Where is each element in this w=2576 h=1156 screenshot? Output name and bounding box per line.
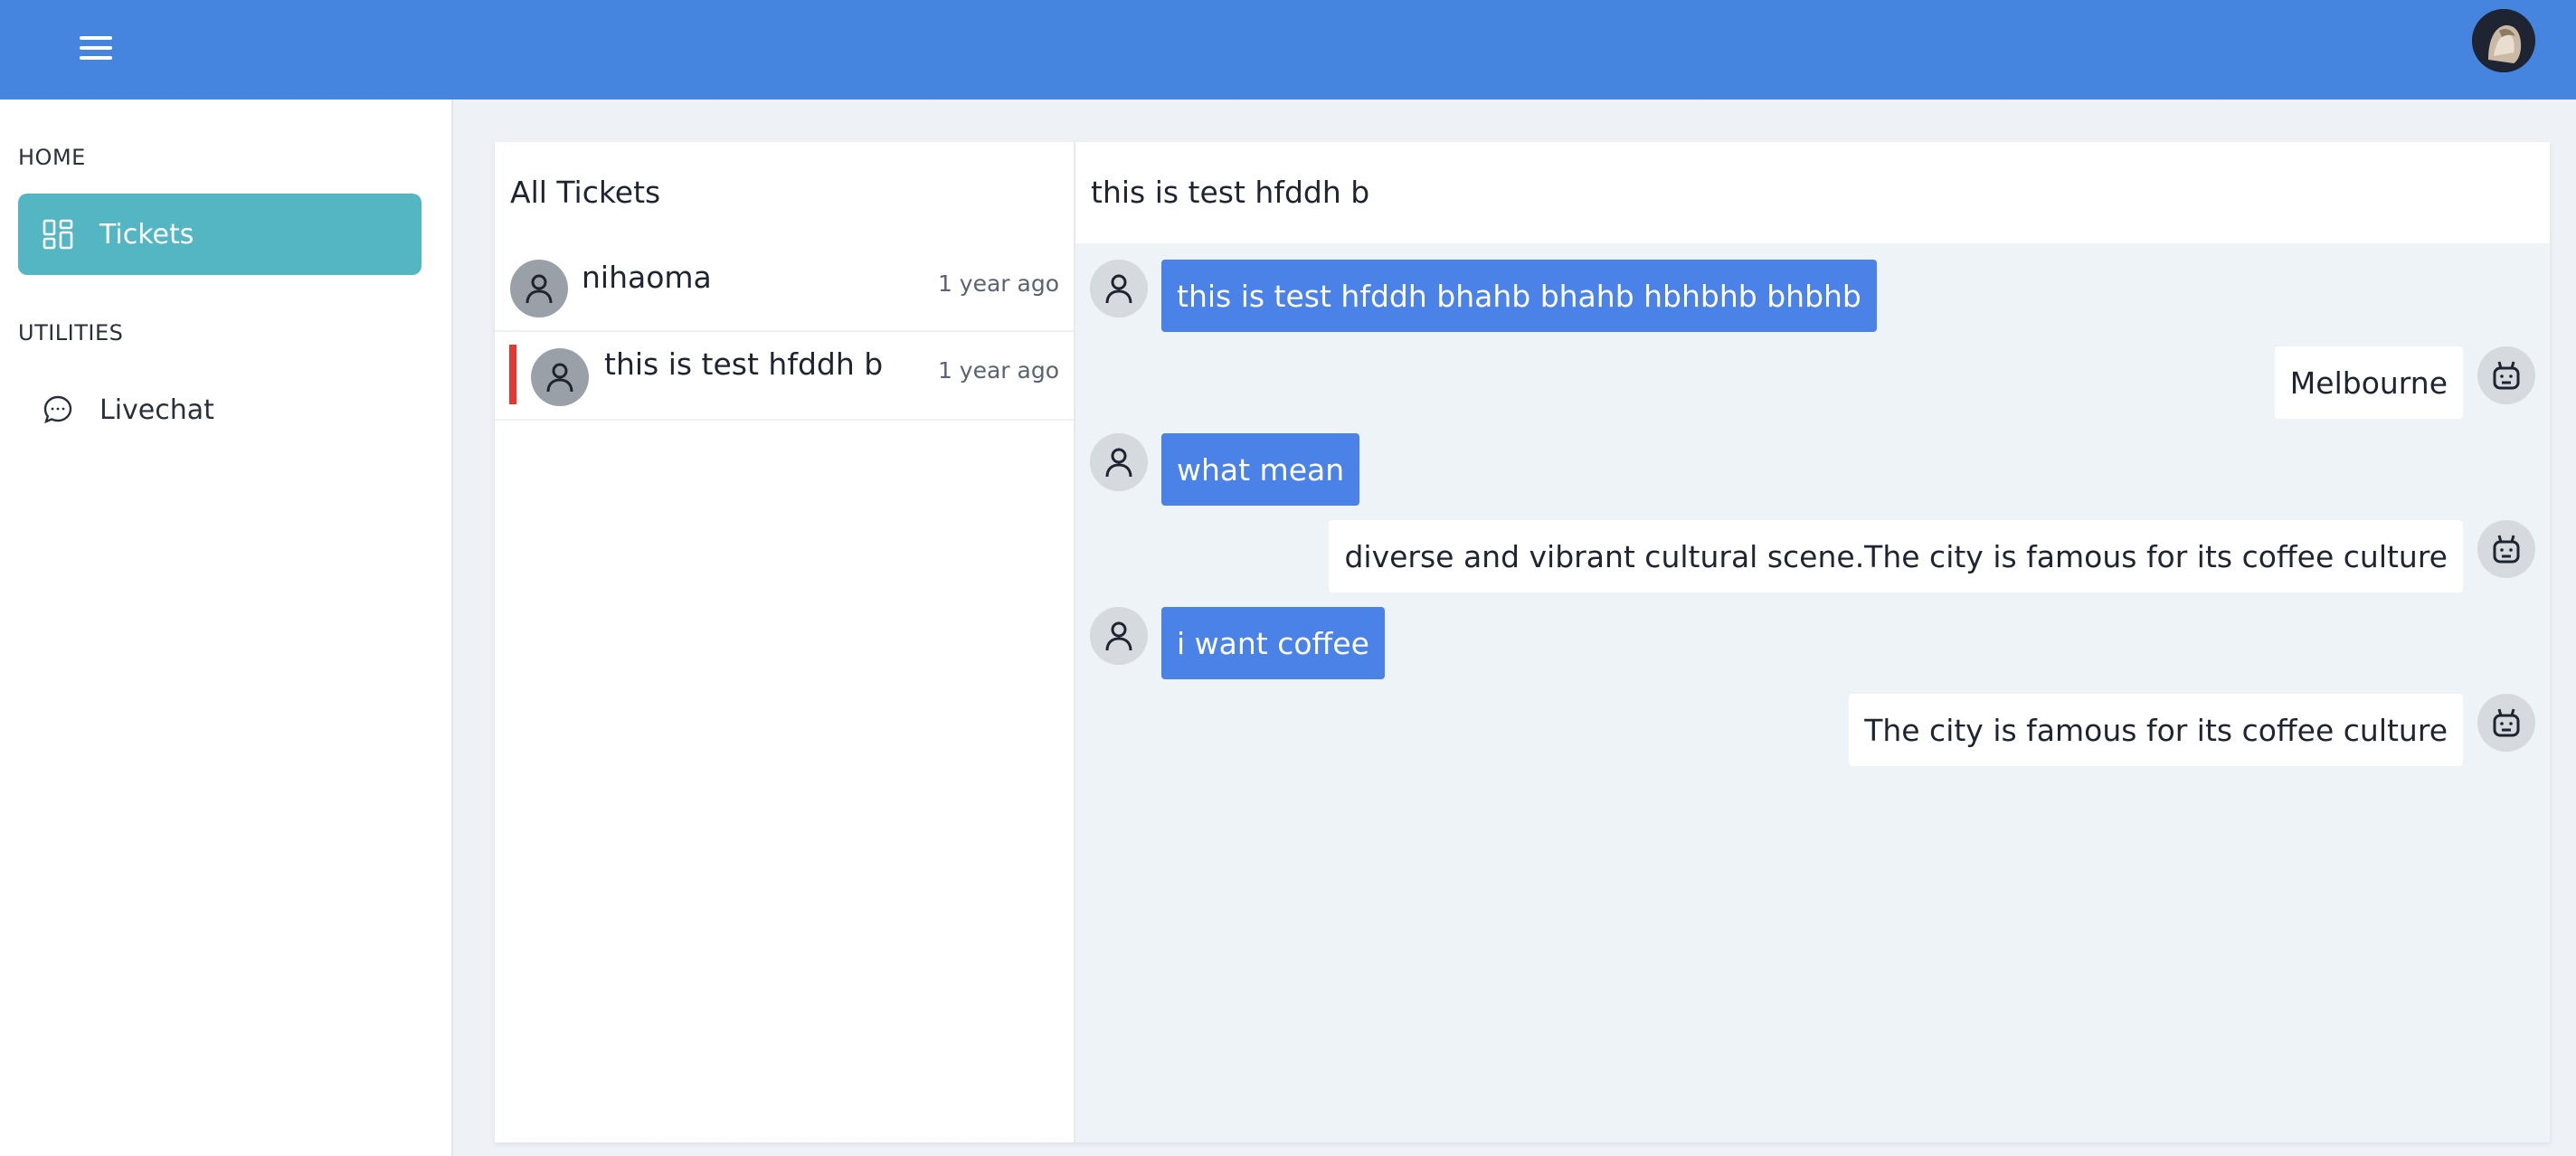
message-bubble-bot: diverse and vibrant cultural scene.The c…	[1329, 520, 2463, 592]
chat-title: this is test hfddh b	[1091, 175, 1370, 210]
user-avatar-icon	[1090, 607, 1148, 665]
ticket-name: nihaoma	[582, 260, 712, 295]
user-avatar-icon	[1090, 433, 1148, 491]
top-navbar	[0, 0, 2576, 99]
sidebar-item-tickets[interactable]: Tickets	[18, 194, 421, 275]
ticket-list-title: All Tickets	[510, 175, 661, 210]
robot-icon	[2477, 694, 2535, 752]
message-bubble-bot: The city is famous for its coffee cultur…	[1849, 694, 2463, 766]
ticket-time: 1 year ago	[937, 357, 1059, 384]
sidebar: HOME Tickets UTILITIES Livechat	[0, 99, 453, 1156]
ticket-item-nihaoma[interactable]: nihaoma 1 year ago	[495, 243, 1074, 332]
message-bubble-bot: Melbourne	[2274, 346, 2463, 419]
user-avatar-icon	[531, 348, 589, 406]
user-avatar[interactable]	[2472, 9, 2535, 72]
section-label-utilities: UTILITIES	[18, 320, 124, 346]
ticket-name: this is test hfddh b	[604, 346, 884, 382]
hamburger-menu-icon[interactable]	[74, 25, 119, 71]
ticket-list-pane: All Tickets nihaoma 1 year ago this is t…	[495, 142, 1075, 1142]
robot-icon	[2477, 520, 2535, 578]
sidebar-item-label: Livechat	[99, 393, 214, 426]
robot-icon	[2477, 346, 2535, 404]
dashboard-grid-icon	[40, 216, 76, 252]
chat-messages: this is test hfddh bhahb bhahb hbhbhb bh…	[1075, 243, 2550, 1142]
sidebar-item-label: Tickets	[99, 218, 194, 251]
ticket-time: 1 year ago	[937, 270, 1059, 297]
user-avatar-icon	[510, 260, 568, 317]
message-bubble-user: this is test hfddh bhahb bhahb hbhbhb bh…	[1161, 260, 1877, 332]
message-bubble-user: what mean	[1161, 433, 1360, 506]
section-label-home: HOME	[18, 145, 86, 170]
selected-marker	[509, 345, 516, 404]
chat-bubble-icon	[40, 392, 76, 428]
user-avatar-icon	[1090, 260, 1148, 317]
ticket-item-selected[interactable]: this is test hfddh b 1 year ago	[495, 332, 1074, 421]
tickets-card: All Tickets nihaoma 1 year ago this is t…	[495, 142, 2550, 1142]
message-bubble-user: i want coffee	[1161, 607, 1385, 679]
chat-header: this is test hfddh b	[1075, 142, 2550, 243]
sidebar-item-livechat[interactable]: Livechat	[18, 369, 421, 450]
